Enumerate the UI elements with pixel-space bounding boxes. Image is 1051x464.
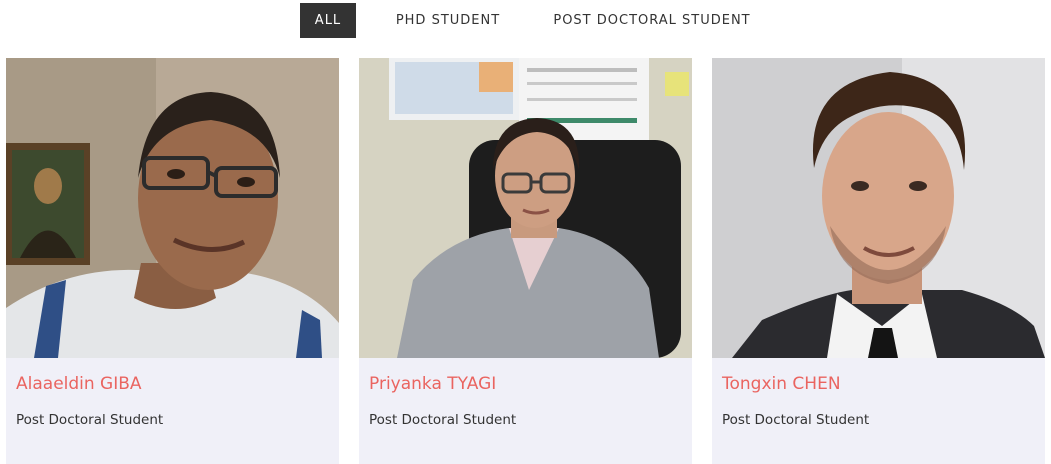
person-card[interactable]: Priyanka TYAGI Post Doctoral Student <box>359 58 692 464</box>
person-card[interactable]: Alaaeldin GIBA Post Doctoral Student <box>6 58 339 464</box>
person-role-label: Post Doctoral Student <box>369 412 517 428</box>
person-card[interactable]: Tongxin CHEN Post Doctoral Student <box>712 58 1045 464</box>
person-name-link[interactable]: Priyanka TYAGI <box>369 374 496 394</box>
person-role-label: Post Doctoral Student <box>16 412 164 428</box>
category-filter-bar: ALL PHD STUDENT POST DOCTORAL STUDENT <box>0 3 1051 38</box>
filter-all-button[interactable]: ALL <box>300 3 356 38</box>
person-photo[interactable] <box>712 58 1045 358</box>
filter-post-doctoral-student-button[interactable]: POST DOCTORAL STUDENT <box>540 3 764 38</box>
person-role-label: Post Doctoral Student <box>722 412 870 428</box>
person-photo[interactable] <box>359 58 692 358</box>
person-photo[interactable] <box>6 58 339 358</box>
person-name-link[interactable]: Tongxin CHEN <box>722 374 841 394</box>
filter-phd-student-button[interactable]: PHD STUDENT <box>382 3 514 38</box>
person-name-link[interactable]: Alaaeldin GIBA <box>16 374 142 394</box>
